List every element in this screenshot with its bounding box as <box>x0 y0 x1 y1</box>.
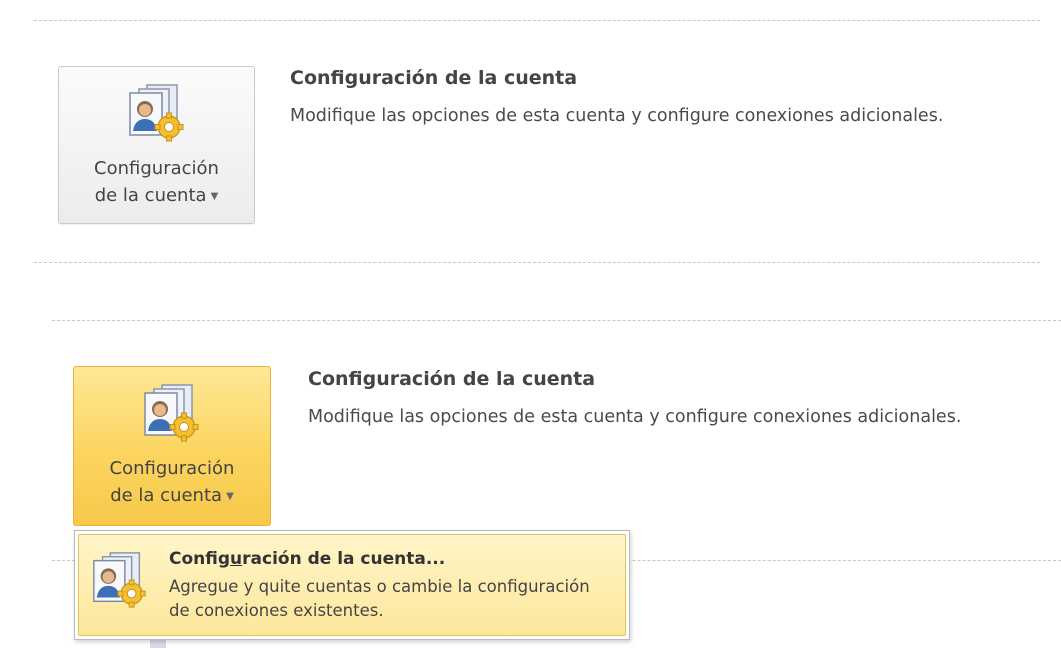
section-description: Modifique las opciones de esta cuenta y … <box>308 407 962 427</box>
account-settings-icon <box>89 549 151 611</box>
divider-top <box>34 20 1040 21</box>
account-settings-button-label: Configuración de la cuenta ▼ <box>94 158 219 206</box>
access-key: u <box>230 549 243 569</box>
menu-item-title: Configuración de la cuenta... <box>169 549 446 569</box>
account-settings-icon <box>140 381 204 445</box>
account-settings-button-label: Configuración de la cuenta ▼ <box>109 458 235 506</box>
menu-item-account-settings[interactable]: Configuración de la cuenta... Agregue y … <box>78 534 626 636</box>
divider-middle <box>34 262 1040 263</box>
menu-item-description: Agregue y quite cuentas o cambie la conf… <box>169 577 590 620</box>
section-title: Configuración de la cuenta <box>308 368 596 390</box>
section-title: Configuración de la cuenta <box>290 67 578 89</box>
account-settings-icon <box>125 81 189 145</box>
account-settings-menu: Configuración de la cuenta... Agregue y … <box>74 530 630 640</box>
divider-second-top <box>52 320 1061 321</box>
section-description: Modifique las opciones de esta cuenta y … <box>290 106 944 126</box>
account-settings-button[interactable]: Configuración de la cuenta ▼ <box>58 66 255 224</box>
account-settings-button-active[interactable]: Configuración de la cuenta ▼ <box>73 366 271 526</box>
chevron-down-icon: ▼ <box>210 191 219 202</box>
chevron-down-icon: ▼ <box>226 491 234 502</box>
